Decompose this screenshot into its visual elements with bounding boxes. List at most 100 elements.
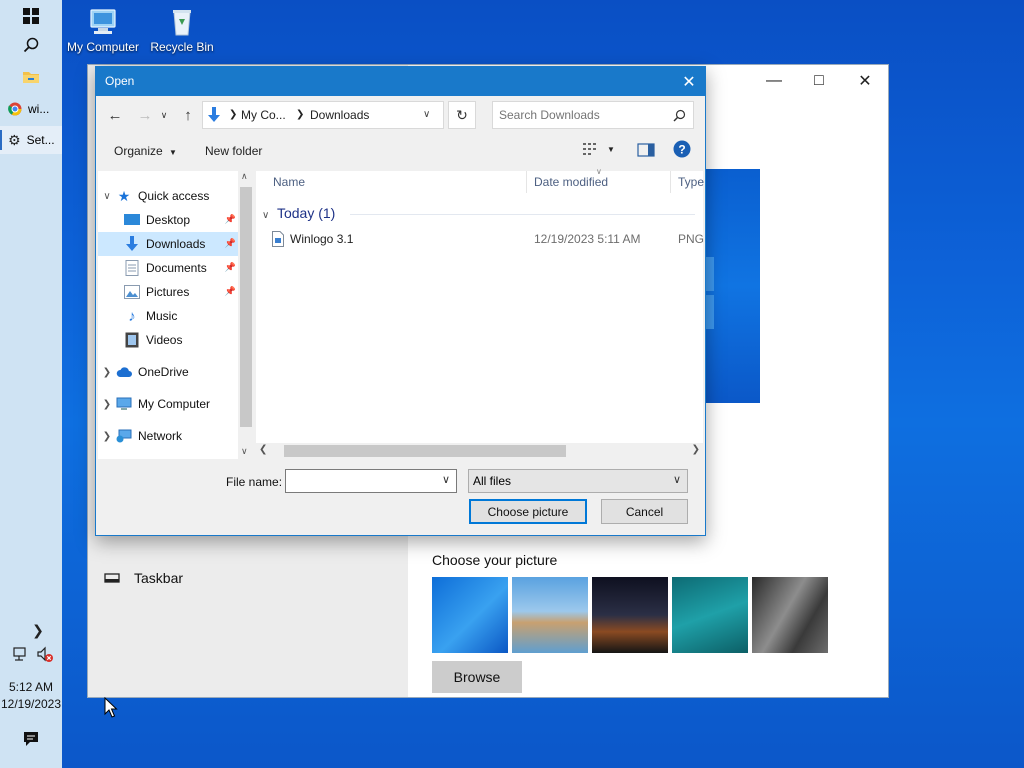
new-folder-button[interactable]: New folder (205, 144, 262, 158)
taskbar-app-label: wi... (28, 102, 50, 116)
scroll-right-icon[interactable]: ❯ (692, 444, 700, 455)
file-type: PNG (678, 232, 705, 246)
preview-window-pane (706, 295, 714, 329)
taskbar-app-chrome[interactable]: wi... (0, 95, 62, 123)
taskbar-app-settings[interactable]: ⚙ Set... (0, 126, 62, 154)
breadcrumb-segment[interactable]: My Co... (241, 102, 286, 128)
file-name: Winlogo 3.1 (290, 232, 354, 246)
gear-icon: ⚙ (8, 131, 21, 148)
breadcrumb-segment[interactable]: Downloads (310, 102, 369, 128)
active-indicator (0, 130, 2, 150)
file-hscroll-thumb[interactable] (284, 445, 566, 457)
downloads-location-icon (208, 107, 220, 122)
organize-button[interactable]: Organize ▼ (114, 144, 177, 158)
desktop-icon-my-computer[interactable]: My Computer (60, 6, 146, 54)
start-button[interactable] (0, 1, 62, 31)
notification-icon (24, 732, 38, 746)
nav-item-videos[interactable]: Videos (98, 328, 238, 352)
documents-icon (124, 260, 140, 276)
scroll-left-icon[interactable]: ❮ (259, 444, 267, 455)
volume-muted-icon[interactable] (36, 646, 54, 664)
nav-item-label: Desktop (146, 213, 191, 227)
up-button[interactable]: ↑ (178, 105, 198, 125)
refresh-icon: ↻ (456, 106, 468, 123)
column-header-name[interactable]: Name (273, 171, 305, 195)
close-dialog-button[interactable]: ✕ (673, 67, 705, 96)
nav-item-label: Videos (146, 333, 183, 347)
show-hidden-icons-button[interactable]: ❯ (14, 615, 62, 645)
nav-item-downloads[interactable]: Downloads 📌 (98, 232, 238, 256)
file-hscrollbar[interactable]: ❮ ❯ (256, 443, 703, 459)
nav-scroll-thumb[interactable] (240, 187, 252, 427)
nav-item-desktop[interactable]: Desktop 📌 (98, 208, 238, 232)
file-row[interactable]: Winlogo 3.1 12/19/2023 5:11 AM PNG (272, 229, 705, 251)
network-tray-icon[interactable] (12, 646, 30, 664)
file-name-combobox[interactable]: ∨ (285, 469, 457, 493)
computer-icon (116, 396, 132, 412)
choose-picture-button[interactable]: Choose picture (469, 499, 587, 524)
close-window-button[interactable]: ✕ (842, 65, 888, 97)
nav-item-label: Downloads (146, 237, 206, 251)
nav-item-network[interactable]: ❯ Network (98, 424, 238, 448)
nav-item-documents[interactable]: Documents 📌 (98, 256, 238, 280)
preview-pane-button[interactable] (637, 143, 655, 160)
search-input[interactable] (499, 106, 669, 124)
chevron-down-icon[interactable]: ∨ (442, 473, 450, 486)
breadcrumb-chevron-icon: ❯ (229, 109, 238, 120)
caret-down-icon: ▼ (607, 144, 615, 154)
maximize-button[interactable]: □ (796, 65, 842, 97)
picture-thumb[interactable] (672, 577, 748, 653)
file-type-filter[interactable]: All files ∨ (468, 469, 688, 493)
help-button[interactable]: ? (673, 140, 691, 161)
expand-caret-icon: ❯ (102, 430, 112, 442)
chevron-down-icon: ∨ (672, 474, 681, 486)
pictures-icon (124, 284, 140, 300)
address-dropdown-icon[interactable]: ∨ (423, 102, 430, 128)
nav-item-onedrive[interactable]: ❯ OneDrive (98, 360, 238, 384)
nav-item-my-computer[interactable]: ❯ My Computer (98, 392, 238, 416)
picture-thumb[interactable] (512, 577, 588, 653)
nav-item-label: Music (146, 309, 178, 323)
action-center-button[interactable] (0, 724, 62, 754)
picture-thumb[interactable] (432, 577, 508, 653)
recent-locations-button[interactable]: ∨ (158, 105, 170, 125)
search-box[interactable] (492, 101, 694, 129)
settings-nav-taskbar[interactable]: Taskbar (104, 565, 394, 591)
picture-thumb[interactable] (752, 577, 828, 653)
cancel-label: Cancel (625, 504, 664, 519)
taskbar-app-label: Set... (26, 133, 55, 147)
column-header-type[interactable]: Type (678, 171, 704, 195)
scroll-down-icon[interactable]: ∨ (241, 446, 248, 457)
address-bar[interactable]: ❯ My Co... ❯ Downloads ∨ (202, 101, 444, 129)
nav-scrollbar[interactable]: ∧ ∨ (238, 171, 254, 459)
help-icon: ? (673, 140, 691, 158)
picture-thumb[interactable] (592, 577, 668, 653)
browse-button[interactable]: Browse (432, 661, 522, 693)
view-options-button[interactable]: ▼ (583, 143, 615, 155)
cancel-button[interactable]: Cancel (601, 499, 688, 524)
background-preview (706, 169, 760, 403)
dialog-title-bar[interactable]: Open (96, 67, 705, 96)
minimize-button[interactable]: — (751, 65, 797, 97)
search-button[interactable] (0, 30, 62, 60)
refresh-button[interactable]: ↻ (448, 101, 476, 129)
group-header[interactable]: ∨ Today (1) (262, 205, 335, 221)
nav-item-label: Quick access (138, 189, 210, 203)
pin-icon: 📌 (224, 262, 236, 272)
desktop-icon-recycle-bin[interactable]: Recycle Bin (139, 6, 225, 54)
forward-button[interactable]: → (135, 105, 155, 125)
nav-item-music[interactable]: ♪ Music (98, 304, 238, 328)
star-icon: ★ (117, 187, 131, 204)
scroll-up-icon[interactable]: ∧ (241, 171, 248, 182)
back-button[interactable]: ← (105, 105, 125, 125)
choose-picture-heading: Choose your picture (432, 552, 558, 568)
file-explorer-button[interactable] (0, 62, 62, 92)
nav-item-pictures[interactable]: Pictures 📌 (98, 280, 238, 304)
close-icon: ✕ (682, 73, 696, 91)
file-name-input[interactable] (290, 473, 430, 489)
nav-item-quick-access[interactable]: ∨ ★ Quick access (98, 184, 238, 208)
group-divider (350, 214, 695, 215)
clock-date: 12/19/2023 (0, 697, 62, 711)
windows-logo-icon (23, 8, 39, 24)
clock[interactable]: 5:12 AM 12/19/2023 (0, 679, 62, 713)
